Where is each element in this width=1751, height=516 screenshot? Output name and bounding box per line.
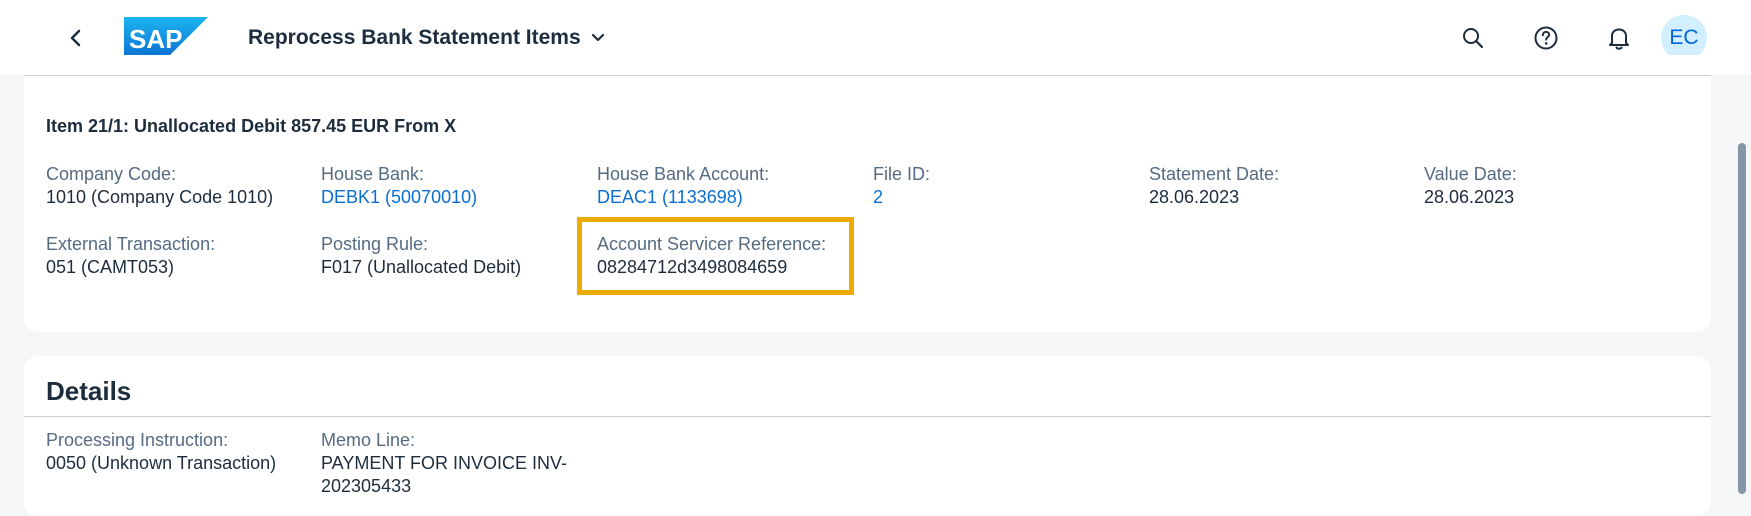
company-code-field: Company Code: 1010 (Company Code 1010) <box>46 163 273 209</box>
notifications-button[interactable] <box>1603 22 1635 54</box>
help-icon <box>1534 26 1558 50</box>
memo-line-value-line1: PAYMENT FOR INVOICE INV- <box>321 453 568 473</box>
back-icon <box>70 29 81 47</box>
value-date-label: Value Date: <box>1424 164 1517 184</box>
statement-date-value: 28.06.2023 <box>1149 187 1240 207</box>
app-title: Reprocess Bank Statement Items <box>248 26 581 49</box>
processing-instruction-label: Processing Instruction: <box>46 430 229 450</box>
posting-rule-label: Posting Rule: <box>321 234 429 254</box>
company-code-label: Company Code: <box>46 164 177 184</box>
help-button[interactable] <box>1530 22 1562 54</box>
avatar-initials: EC <box>1669 26 1699 49</box>
posting-rule-field: Posting Rule: F017 (Unallocated Debit) <box>321 233 521 279</box>
search-button[interactable] <box>1457 22 1489 54</box>
statement-date-field: Statement Date: 28.06.2023 <box>1149 163 1279 209</box>
value-date-field: Value Date: 28.06.2023 <box>1424 163 1517 209</box>
search-icon <box>1463 28 1484 49</box>
file-id-link[interactable]: 2 <box>873 186 930 209</box>
memo-line-label: Memo Line: <box>321 430 416 450</box>
item-header-card: Item 21/1: Unallocated Debit 857.45 EUR … <box>24 55 1711 332</box>
file-id-label: File ID: <box>873 164 931 184</box>
processing-instruction-field: Processing Instruction: 0050 (Unknown Tr… <box>46 429 276 475</box>
details-card: Details Processing Instruction: 0050 (Un… <box>24 356 1711 516</box>
back-button[interactable] <box>62 24 90 52</box>
posting-rule-value: F017 (Unallocated Debit) <box>321 257 522 277</box>
details-divider <box>24 416 1711 417</box>
external-transaction-label: External Transaction: <box>46 234 216 254</box>
notification-bell-icon <box>1609 28 1629 50</box>
house-bank-account-label: House Bank Account: <box>597 164 770 184</box>
scrollbar-thumb[interactable] <box>1738 143 1746 494</box>
svg-text:SAP: SAP <box>129 24 182 54</box>
house-bank-label: House Bank: <box>321 164 425 184</box>
house-bank-account-field: House Bank Account: DEAC1 (1133698) <box>597 163 769 209</box>
external-transaction-field: External Transaction: 051 (CAMT053) <box>46 233 215 279</box>
value-date-value: 28.06.2023 <box>1424 187 1515 207</box>
highlight-box <box>577 217 854 295</box>
processing-instruction-value: 0050 (Unknown Transaction) <box>46 453 277 473</box>
external-transaction-value: 051 (CAMT053) <box>46 257 175 277</box>
chevron-down-icon <box>591 33 604 42</box>
memo-line-field: Memo Line: PAYMENT FOR INVOICE INV- 2023… <box>321 429 567 498</box>
file-id-field: File ID: 2 <box>873 163 930 209</box>
header-divider <box>24 75 1711 76</box>
house-bank-account-link[interactable]: DEAC1 (1133698) <box>597 186 769 209</box>
page-content: Item 21/1: Unallocated Debit 857.45 EUR … <box>0 55 1751 516</box>
item-title: Item 21/1: Unallocated Debit 857.45 EUR … <box>46 116 457 136</box>
details-heading: Details <box>46 376 132 406</box>
app-title-menu[interactable]: Reprocess Bank Statement Items <box>248 24 605 52</box>
statement-date-label: Statement Date: <box>1149 164 1280 184</box>
house-bank-link[interactable]: DEBK1 (50070010) <box>321 186 477 209</box>
memo-line-value-line2: 202305433 <box>321 476 412 496</box>
company-code-value: 1010 (Company Code 1010) <box>46 187 274 207</box>
house-bank-field: House Bank: DEBK1 (50070010) <box>321 163 477 209</box>
sap-logo[interactable]: SAP <box>124 17 208 59</box>
